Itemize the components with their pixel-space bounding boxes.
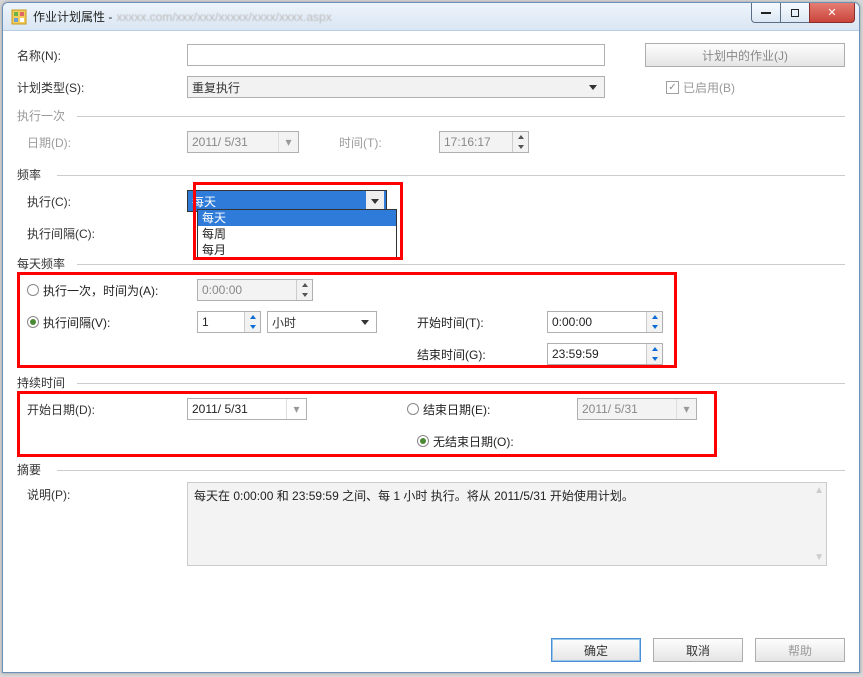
end-time-label: 结束时间(G): [417, 346, 547, 363]
calendar-icon: ▾ [278, 132, 298, 152]
interval-unit-dropdown[interactable]: 小时 [267, 311, 377, 333]
end-date-label: 结束日期(E): [423, 401, 490, 418]
section-once: 执行一次 [17, 109, 71, 123]
start-date-label: 开始日期(D): [17, 401, 187, 418]
exec-value: 每天 [192, 193, 216, 210]
close-button[interactable]: ✕ [809, 3, 855, 23]
end-date-input: 2011/ 5/31 ▾ [577, 398, 697, 420]
exec-option-weekly[interactable]: 每周 [198, 226, 396, 242]
once-at-radio[interactable] [27, 284, 39, 296]
once-date-input: 2011/ 5/31 ▾ [187, 131, 299, 153]
name-label: 名称(N): [17, 47, 187, 64]
once-time-label: 时间(T): [339, 134, 439, 151]
start-date-input[interactable]: 2011/ 5/31 ▾ [187, 398, 307, 420]
chevron-down-icon [356, 312, 374, 332]
no-end-date-radio[interactable] [417, 435, 429, 447]
name-input[interactable] [187, 44, 605, 66]
exec-dropdown-list[interactable]: 每天 每周 每月 [197, 209, 397, 259]
cancel-button[interactable]: 取消 [653, 638, 743, 662]
start-time-input[interactable]: 0:00:00 [547, 311, 663, 333]
chevron-down-icon [584, 77, 602, 97]
calendar-icon[interactable]: ▾ [286, 399, 306, 419]
section-duration: 持续时间 [17, 376, 71, 390]
plan-type-label: 计划类型(S): [17, 79, 187, 96]
exec-option-daily[interactable]: 每天 [198, 210, 396, 226]
once-date-label: 日期(D): [17, 134, 187, 151]
end-time-input[interactable]: 23:59:59 [547, 343, 663, 365]
once-at-label: 执行一次，时间为(A): [43, 282, 158, 299]
minimize-button[interactable] [751, 3, 781, 23]
no-end-date-label: 无结束日期(O): [433, 433, 514, 450]
enabled-checkbox[interactable]: ✓ 已启用(B) [666, 79, 735, 96]
plan-type-value: 重复执行 [192, 79, 240, 96]
interval-radio[interactable] [27, 316, 39, 328]
window-title-path: xxxxx.com/xxx/xxx/xxxxx/xxxx/xxxx.aspx [116, 10, 331, 24]
interval-label: 执行间隔(V): [43, 314, 110, 331]
summary-text: 每天在 0:00:00 和 23:59:59 之间、每 1 小时 执行。将从 2… [187, 482, 827, 566]
end-date-radio[interactable] [407, 403, 419, 415]
maximize-button[interactable] [780, 3, 810, 23]
interval-number[interactable]: 1 [197, 311, 261, 333]
window-title: 作业计划属性 - [33, 8, 112, 25]
enabled-label: 已启用(B) [683, 79, 735, 96]
once-time-input: 17:16:17 [439, 131, 529, 153]
exec-interval-label: 执行间隔(C): [17, 225, 187, 242]
section-daily: 每天频率 [17, 257, 71, 271]
once-at-time: 0:00:00 [197, 279, 313, 301]
plan-type-dropdown[interactable]: 重复执行 [187, 76, 605, 98]
ok-button[interactable]: 确定 [551, 638, 641, 662]
titlebar: 作业计划属性 - xxxxx.com/xxx/xxx/xxxxx/xxxx/xx… [3, 3, 859, 31]
start-time-label: 开始时间(T): [417, 314, 547, 331]
exec-label: 执行(C): [17, 193, 187, 210]
calendar-icon: ▾ [676, 399, 696, 419]
app-icon [11, 9, 27, 25]
desc-label: 说明(P): [17, 482, 187, 503]
help-button[interactable]: 帮助 [755, 638, 845, 662]
chevron-down-icon [366, 191, 384, 211]
section-frequency: 频率 [17, 168, 47, 182]
jobs-in-plan-button[interactable]: 计划中的作业(J) [645, 43, 845, 67]
section-summary: 摘要 [17, 463, 47, 477]
